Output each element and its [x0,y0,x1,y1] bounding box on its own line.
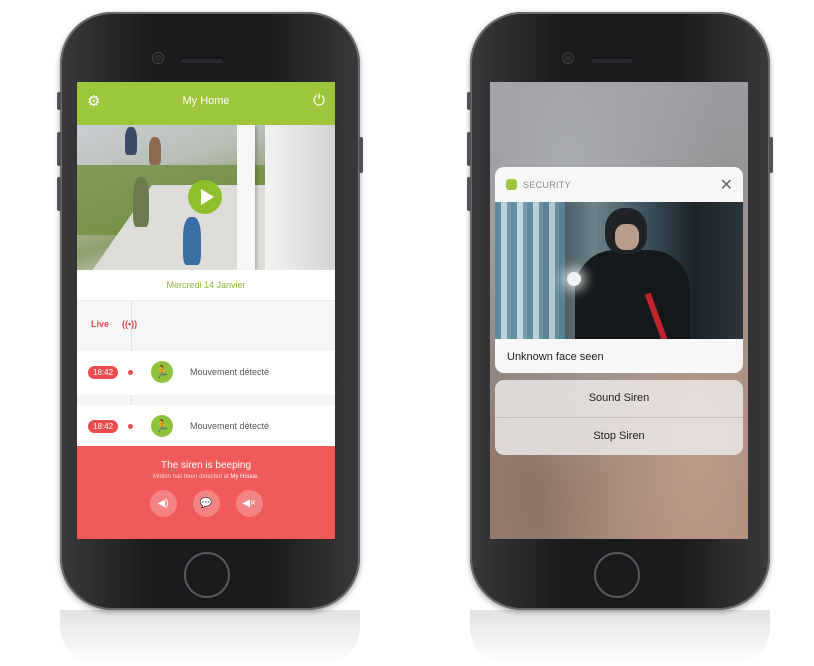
phone-reflection [470,610,770,666]
siren-alert-panel: The siren is beeping Motion has been det… [77,446,335,539]
camera-video[interactable] [77,125,335,270]
speaker-icon[interactable]: ◀) [149,490,177,517]
alert-buttons: ◀) 💬 ◀× [77,490,335,517]
stop-siren-button[interactable]: Stop Siren [495,417,743,455]
power-side-button [359,137,363,173]
notification-message: Unknown face seen [507,351,604,363]
alert-sub-place: My House. [230,474,260,480]
front-camera [153,53,163,63]
volume-up-button [57,132,61,166]
app-icon [506,179,517,190]
event-timeline: Live ((•)) 18:42 🏃 Mouvement détecté 18:… [77,301,335,449]
volume-up-button [467,132,471,166]
motion-icon: 🏃 [151,415,173,437]
person [133,177,149,227]
volume-down-button [467,177,471,211]
curtain [495,202,565,339]
live-signal-icon: ((•)) [122,319,138,329]
live-label: Live [91,319,110,329]
person [149,137,161,165]
volume-down-button [57,177,61,211]
play-icon[interactable] [188,180,222,214]
porch-post [237,125,255,270]
porch [265,125,335,270]
home-button[interactable] [594,552,640,598]
notification-actions: Sound Siren Stop Siren [495,380,743,455]
notification-screen: SECURITY ✕ Unknown face seen Sound Siren… [490,82,748,539]
mute-icon[interactable]: ◀× [235,490,263,517]
motion-icon: 🏃 [151,361,173,383]
alert-title: The siren is beeping [160,460,252,471]
mute-switch [467,92,471,110]
earpiece-speaker [590,57,634,63]
event-time-badge: 18:42 [88,420,119,433]
app-name: SECURITY [523,180,571,190]
date-label: Mercredi 14 Janvier [77,270,335,301]
notification-card[interactable]: SECURITY ✕ Unknown face seen [495,167,743,373]
earpiece-speaker [180,57,224,63]
flashlight [567,272,581,286]
phone-reflection [60,610,360,666]
intruder-face [615,224,639,250]
event-label: Mouvement détecté [190,367,270,377]
intruder-body [575,250,690,339]
app-title: My Home [182,95,230,107]
alert-subtitle: Motion has been detected at My House. [77,474,335,480]
left-phone: ⚙ My Home ⏻ Mercredi 14 Janvier Live ((•… [57,12,363,610]
list-item[interactable]: 18:42 🏃 Mouvement détecté [77,405,335,449]
alert-sub-prefix: Motion has been detected at [152,474,231,480]
sound-siren-button[interactable]: Sound Siren [495,380,743,417]
camera-snapshot [495,202,743,339]
event-time-badge: 18:42 [88,366,119,379]
close-icon[interactable]: ✕ [720,175,733,195]
timeline-dot [128,370,133,375]
front-camera [563,53,573,63]
person [125,127,137,155]
chat-icon[interactable]: 💬 [192,490,220,517]
timeline-dot [128,424,133,429]
mute-switch [57,92,61,110]
right-phone: SECURITY ✕ Unknown face seen Sound Siren… [467,12,773,610]
app-header: ⚙ My Home ⏻ [77,82,335,125]
event-label: Mouvement détecté [190,421,270,431]
power-side-button [769,137,773,173]
list-item[interactable]: 18:42 🏃 Mouvement détecté [77,351,335,395]
home-button[interactable] [184,552,230,598]
app-screen: ⚙ My Home ⏻ Mercredi 14 Janvier Live ((•… [77,82,335,539]
notification-header: SECURITY ✕ [495,167,743,202]
power-icon[interactable]: ⏻ [313,92,325,109]
person [183,217,201,265]
